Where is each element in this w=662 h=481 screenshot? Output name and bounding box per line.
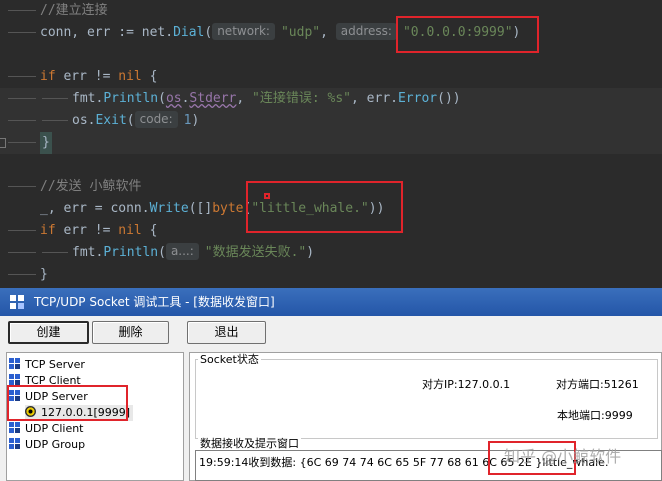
network-icon: [9, 358, 20, 369]
app-icon: [10, 295, 24, 309]
code-line: fmt.Println(os.Stderr, "连接错误: %s", err.E…: [0, 88, 662, 110]
comment-connect: //建立连接: [40, 3, 108, 18]
param-hint-code: code:: [134, 111, 178, 128]
code-editor[interactable]: //建立连接 conn, err := net.Dial(network: "ud…: [0, 0, 662, 288]
window-title: TCP/UDP Socket 调试工具 - [数据收发窗口]: [34, 295, 275, 309]
socket-status-group: [195, 359, 658, 439]
socket-tool-window: TCP/UDP Socket 调试工具 - [数据收发窗口] 创建 删除 退出 …: [0, 288, 662, 481]
code-line: conn, err := net.Dial(network: "udp", add…: [0, 22, 662, 44]
fold-marker-icon[interactable]: [0, 138, 6, 148]
highlight-dot: [264, 193, 270, 199]
comment-send: //发送 小鲸软件: [40, 179, 142, 194]
peer-port: 对方端口:51261: [556, 378, 639, 391]
network-icon: [9, 438, 20, 449]
code-line: //建立连接: [0, 0, 662, 22]
code-line: if err != nil {: [0, 66, 662, 88]
local-port: 本地端口:9999: [557, 409, 633, 422]
tree-item-tcp-server[interactable]: TCP Server: [9, 357, 85, 373]
tree-item-udp-client[interactable]: UDP Client: [9, 421, 84, 437]
recv-label: 数据接收及提示窗口: [198, 437, 301, 450]
socket-status-label: Socket状态: [198, 353, 261, 366]
peer-ip: 对方IP:127.0.0.1: [422, 378, 511, 391]
param-hint-address: address:: [335, 23, 397, 40]
code-line: }: [0, 132, 662, 154]
exit-button[interactable]: 退出: [187, 321, 266, 344]
param-hint-args: a...:: [165, 243, 199, 260]
network-icon: [9, 422, 20, 433]
highlight-box-address: [396, 16, 539, 53]
code-line: fmt.Println(a...: "数据发送失败."): [0, 242, 662, 264]
create-button[interactable]: 创建: [8, 321, 89, 344]
highlight-box-payload: [246, 181, 403, 233]
watermark: 知乎 @小鲸软件: [504, 447, 622, 466]
code-line: }: [0, 264, 662, 286]
code-line: os.Exit(code: 1): [0, 110, 662, 132]
tree-item-udp-group[interactable]: UDP Group: [9, 437, 85, 453]
title-bar[interactable]: TCP/UDP Socket 调试工具 - [数据收发窗口]: [0, 288, 662, 316]
highlight-box-udp-server: [7, 385, 128, 421]
delete-button[interactable]: 删除: [92, 321, 169, 344]
network-icon: [9, 374, 20, 385]
param-hint-network: network:: [212, 23, 275, 40]
